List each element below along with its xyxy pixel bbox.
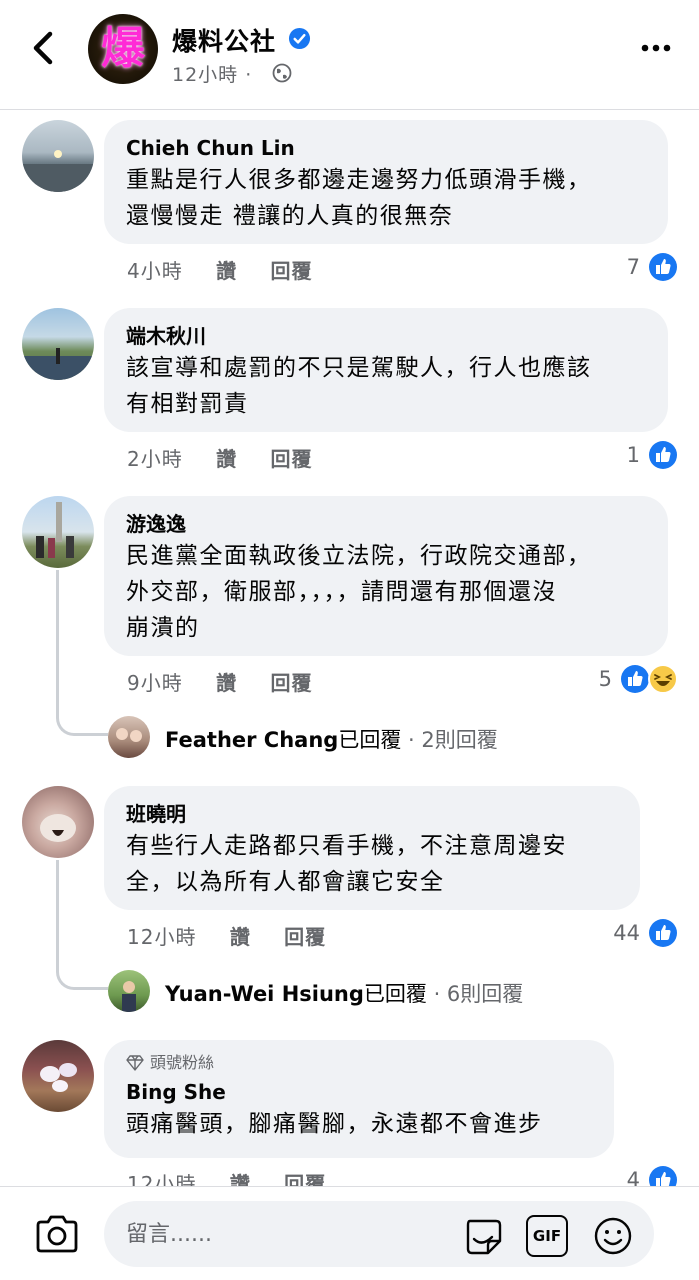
haha-reaction-icon — [648, 664, 678, 694]
reply-author: Yuan-Wei Hsiung — [165, 982, 364, 1006]
reply-action: 已回覆 — [338, 728, 402, 752]
commenter-avatar[interactable] — [22, 786, 94, 858]
gif-label: GIF — [532, 1227, 562, 1245]
comment-text-line: 頭痛醫頭，腳痛醫腳，永遠都不會進步 — [126, 1111, 543, 1137]
like-reaction-icon — [649, 441, 677, 469]
verified-badge-icon — [288, 27, 311, 50]
diamond-icon — [126, 1055, 144, 1071]
comment-time: 12小時 — [127, 925, 197, 949]
reply-action: 已回覆 — [363, 982, 427, 1006]
comment-time: 2小時 — [127, 447, 183, 471]
page-avatar-text: 爆 — [101, 23, 145, 74]
comment-author[interactable]: 端木秋川 — [126, 322, 646, 350]
commenter-avatar[interactable] — [22, 120, 94, 192]
comment-composer-bar: GIF — [0, 1186, 699, 1280]
reply-thread-line — [56, 570, 108, 736]
comment-input-box[interactable]: GIF — [104, 1201, 654, 1267]
reply-avatar[interactable] — [108, 716, 150, 758]
emoji-icon[interactable] — [592, 1215, 634, 1257]
comment-text-line: 有相對罰責 — [126, 391, 249, 417]
gif-icon[interactable]: GIF — [526, 1215, 568, 1257]
comment-bubble[interactable]: 游逸逸 民進黨全面執政後立法院，行政院交通部， 外交部，衛服部，，，，請問還有那… — [104, 496, 668, 656]
post-header: 爆 爆料公社 12小時 · — [0, 0, 699, 110]
comment-text-line: 外交部，衛服部，，，，請問還有那個還沒 — [126, 579, 557, 605]
reply-count: · 6則回覆 — [426, 982, 524, 1006]
reply-button[interactable]: 回覆 — [270, 447, 312, 471]
comment-author[interactable]: 班曉明 — [126, 800, 618, 828]
commenter-avatar[interactable] — [22, 496, 94, 568]
comment-text-line: 崩潰的 — [126, 615, 200, 641]
back-arrow-icon[interactable] — [26, 28, 60, 68]
comment-meta: 9小時 讚 回覆 — [127, 667, 338, 696]
like-button[interactable]: 讚 — [216, 259, 237, 283]
reaction-count[interactable]: 7 — [600, 255, 640, 279]
comment-meta: 2小時 讚 回覆 — [127, 443, 338, 472]
reply-count: · 2則回覆 — [401, 728, 498, 752]
comment-bubble[interactable]: 頭號粉絲 Bing She 頭痛醫頭，腳痛醫腳，永遠都不會進步 — [104, 1040, 614, 1158]
top-fan-label: 頭號粉絲 — [150, 1053, 215, 1072]
reply-thread-line — [56, 860, 108, 990]
more-options-icon[interactable] — [640, 38, 672, 58]
comment-text-line: 重點是行人很多都邊走邊努力低頭滑手機， — [126, 167, 592, 193]
page-avatar[interactable]: 爆 — [88, 14, 158, 84]
reply-author: Feather Chang — [165, 728, 339, 752]
comment-author[interactable]: 游逸逸 — [126, 510, 646, 538]
comment-text-line: 全，以為所有人都會讓它安全 — [126, 869, 445, 895]
comment-text-line: 民進黨全面執政後立法院，行政院交通部， — [126, 543, 592, 569]
reaction-count[interactable]: 44 — [600, 921, 640, 945]
like-reaction-icon — [649, 253, 677, 281]
view-replies-link[interactable]: Yuan-Wei Hsiung已回覆 · 6則回覆 — [165, 978, 523, 1008]
comment-text-line: 有些行人走路都只看手機，不注意周邊安 — [126, 833, 567, 859]
like-reaction-icon — [621, 665, 649, 693]
comment-author[interactable]: Chieh Chun Lin — [126, 134, 646, 162]
camera-icon[interactable] — [34, 1213, 80, 1255]
reply-avatar[interactable] — [108, 970, 150, 1012]
reply-button[interactable]: 回覆 — [270, 259, 312, 283]
comment-time: 9小時 — [127, 671, 183, 695]
comment-input[interactable] — [126, 1217, 446, 1251]
page-name[interactable]: 爆料公社 — [172, 22, 276, 58]
globe-icon — [272, 63, 292, 83]
comment-text-line: 還慢慢走 禮讓的人真的很無奈 — [126, 203, 454, 229]
like-reaction-icon — [649, 919, 677, 947]
comment-bubble[interactable]: 端木秋川 該宣導和處罰的不只是駕駛人，行人也應該 有相對罰責 — [104, 308, 668, 432]
post-timestamp: 12小時 · — [172, 64, 253, 86]
reaction-count[interactable]: 1 — [600, 443, 640, 467]
comment-meta: 4小時 讚 回覆 — [127, 255, 338, 284]
reaction-count[interactable]: 5 — [572, 667, 612, 691]
reply-button[interactable]: 回覆 — [284, 925, 326, 949]
commenter-avatar[interactable] — [22, 1040, 94, 1112]
comment-author[interactable]: Bing She — [126, 1078, 592, 1106]
like-button[interactable]: 讚 — [216, 447, 237, 471]
reply-button[interactable]: 回覆 — [270, 671, 312, 695]
sticker-icon[interactable] — [462, 1215, 504, 1257]
like-button[interactable]: 讚 — [230, 925, 251, 949]
view-replies-link[interactable]: Feather Chang已回覆 · 2則回覆 — [165, 724, 498, 754]
like-button[interactable]: 讚 — [216, 671, 237, 695]
comment-meta: 12小時 讚 回覆 — [127, 921, 352, 950]
top-fan-badge: 頭號粉絲 — [126, 1052, 592, 1074]
comment-text-line: 該宣導和處罰的不只是駕駛人，行人也應該 — [126, 355, 592, 381]
commenter-avatar[interactable] — [22, 308, 94, 380]
comment-time: 4小時 — [127, 259, 183, 283]
comment-bubble[interactable]: Chieh Chun Lin 重點是行人很多都邊走邊努力低頭滑手機， 還慢慢走 … — [104, 120, 668, 244]
comment-bubble[interactable]: 班曉明 有些行人走路都只看手機，不注意周邊安 全，以為所有人都會讓它安全 — [104, 786, 640, 910]
